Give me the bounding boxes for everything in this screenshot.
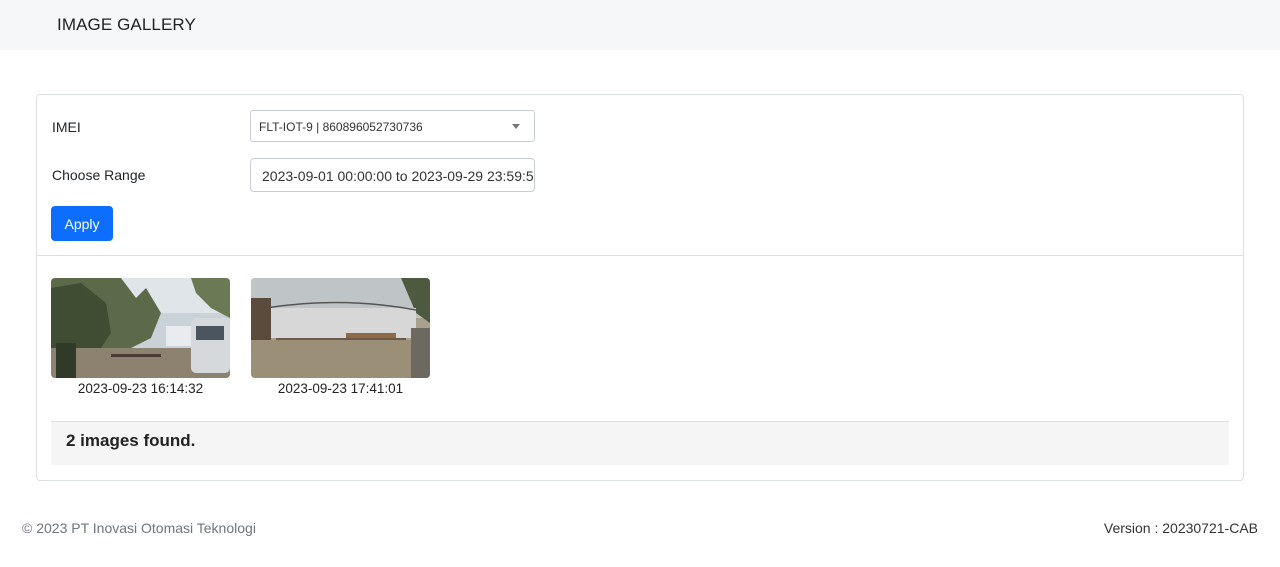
imei-select-value: FLT-IOT-9 | 860896052730736: [259, 120, 423, 134]
date-range-input[interactable]: 2023-09-01 00:00:00 to 2023-09-29 23:59:…: [250, 158, 535, 192]
result-count-text: 2 images found.: [66, 431, 196, 450]
result-summary: 2 images found.: [51, 421, 1229, 465]
imei-select[interactable]: FLT-IOT-9 | 860896052730736: [250, 110, 535, 142]
apply-button[interactable]: Apply: [51, 206, 113, 241]
footer-version: Version : 20230721-CAB: [1103, 520, 1258, 536]
navbar: IMAGE GALLERY: [0, 0, 1280, 50]
image-caption: 2023-09-23 17:41:01: [277, 381, 404, 396]
footer-copyright: © 2023 PT Inovasi Otomasi Teknologi: [22, 520, 256, 536]
divider: [37, 255, 1243, 256]
navbar-brand[interactable]: IMAGE GALLERY: [57, 15, 196, 35]
date-range-value: 2023-09-01 00:00:00 to 2023-09-29 23:59:…: [262, 168, 535, 184]
gallery-card: IMEI FLT-IOT-9 | 860896052730736 Choose …: [36, 94, 1244, 481]
imei-label: IMEI: [52, 119, 81, 135]
image-caption: 2023-09-23 16:14:32: [77, 381, 204, 396]
range-label: Choose Range: [52, 167, 146, 183]
gallery-image[interactable]: [51, 278, 230, 378]
gallery-image[interactable]: [251, 278, 430, 378]
chevron-down-icon: [512, 124, 520, 129]
